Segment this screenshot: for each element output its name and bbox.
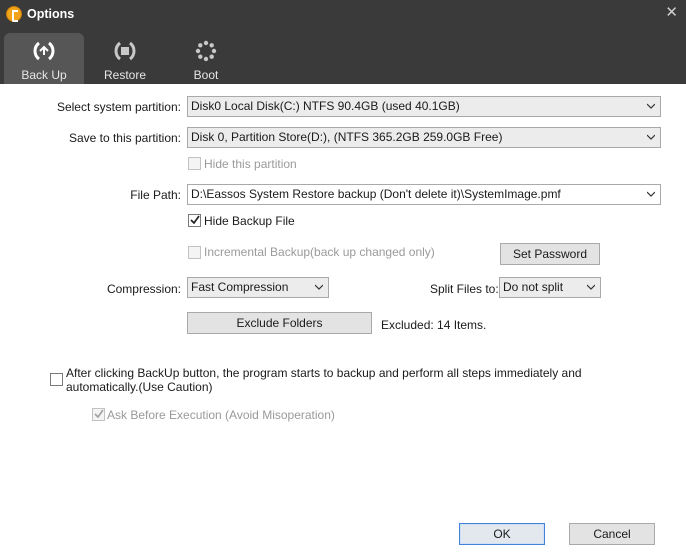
chevron-down-icon — [647, 134, 655, 140]
split-files-value: Do not split — [503, 280, 564, 294]
file-path-label: File Path: — [130, 188, 181, 202]
title-bar: Options ✕ — [0, 0, 686, 30]
incremental-backup-checkbox[interactable] — [188, 246, 201, 259]
chevron-down-icon — [647, 191, 655, 197]
chevron-down-icon — [647, 103, 655, 109]
hide-backup-file-checkbox[interactable] — [188, 214, 201, 227]
system-partition-value: Disk0 Local Disk(C:) NTFS 90.4GB (used 4… — [191, 99, 460, 113]
incremental-backup-label: Incremental Backup(back up changed only) — [204, 245, 435, 259]
compression-label: Compression: — [106, 282, 181, 296]
checkmark-icon — [190, 215, 200, 225]
tab-back-up-label: Back Up — [21, 68, 67, 82]
save-partition-select[interactable]: Disk 0, Partition Store(D:), (NTFS 365.2… — [187, 127, 661, 148]
split-files-select[interactable]: Do not split — [499, 277, 601, 298]
boot-icon — [195, 40, 217, 62]
toolbar: Back Up Restore Boot — [0, 30, 686, 84]
hide-partition-label: Hide this partition — [204, 157, 297, 171]
file-path-value: D:\Eassos System Restore backup (Don't d… — [191, 187, 561, 201]
save-partition-value: Disk 0, Partition Store(D:), (NTFS 365.2… — [191, 130, 503, 144]
window-title: Options — [27, 7, 75, 21]
tab-restore-label: Restore — [103, 68, 147, 82]
split-files-label: Split Files to: — [430, 282, 499, 296]
compression-select[interactable]: Fast Compression — [187, 277, 329, 298]
auto-backup-checkbox[interactable] — [50, 373, 63, 386]
chevron-down-icon — [587, 284, 595, 290]
tab-restore[interactable]: Restore — [85, 33, 165, 84]
close-icon[interactable]: ✕ — [665, 3, 678, 21]
exclude-folders-button[interactable]: Exclude Folders — [187, 312, 372, 334]
system-partition-select[interactable]: Disk0 Local Disk(C:) NTFS 90.4GB (used 4… — [187, 96, 661, 117]
set-password-button[interactable]: Set Password — [500, 243, 600, 265]
tab-boot-label: Boot — [193, 68, 219, 82]
ok-button[interactable]: OK — [459, 523, 545, 545]
save-partition-label: Save to this partition: — [68, 131, 181, 145]
hide-backup-file-label: Hide Backup File — [204, 214, 295, 228]
backup-icon — [33, 41, 55, 61]
app-logo-icon — [6, 6, 22, 22]
restore-icon — [114, 41, 136, 61]
file-path-input[interactable]: D:\Eassos System Restore backup (Don't d… — [187, 184, 661, 205]
cancel-button[interactable]: Cancel — [569, 523, 655, 545]
compression-value: Fast Compression — [191, 280, 289, 294]
hide-partition-checkbox[interactable] — [188, 157, 201, 170]
tab-back-up[interactable]: Back Up — [4, 33, 84, 84]
ask-before-label: Ask Before Execution (Avoid Misoperation… — [107, 408, 335, 422]
chevron-down-icon — [315, 284, 323, 290]
excluded-count-text: Excluded: 14 Items. — [381, 318, 487, 332]
auto-backup-label: After clicking BackUp button, the progra… — [66, 366, 582, 394]
system-partition-label: Select system partition: — [56, 100, 181, 114]
checkmark-icon — [94, 409, 104, 419]
tab-boot[interactable]: Boot — [166, 33, 246, 84]
ask-before-checkbox[interactable] — [92, 408, 105, 421]
